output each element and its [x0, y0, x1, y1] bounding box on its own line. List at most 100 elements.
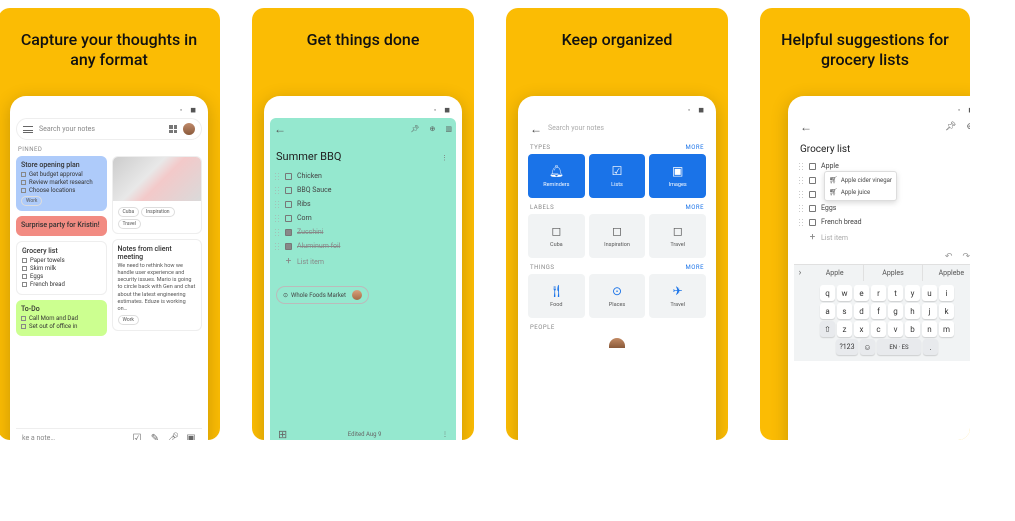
key[interactable]: b: [905, 321, 920, 337]
undo-icon[interactable]: ↶: [945, 252, 953, 262]
checklist-item[interactable]: Eggs: [798, 201, 970, 215]
pinned-label: PINNED: [18, 146, 202, 153]
symbols-key[interactable]: ?123: [836, 339, 858, 355]
person-avatar[interactable]: [609, 338, 625, 348]
note-card[interactable]: Grocery list Paper towels Skim milk Eggs…: [16, 241, 107, 295]
back-icon[interactable]: ←: [528, 120, 542, 136]
checklist-item[interactable]: Ribs: [274, 197, 452, 211]
key[interactable]: c: [871, 321, 886, 337]
note-title: Surprise party for Kristin!: [21, 221, 102, 229]
key[interactable]: k: [939, 303, 954, 319]
back-icon[interactable]: ←: [274, 122, 286, 136]
key[interactable]: j: [922, 303, 937, 319]
key[interactable]: s: [837, 303, 852, 319]
archive-icon[interactable]: ▥: [445, 125, 452, 133]
more-link[interactable]: MORE: [686, 144, 704, 151]
key[interactable]: v: [888, 321, 903, 337]
thing-tile-travel[interactable]: ✈Travel: [649, 274, 706, 318]
reminder-icon[interactable]: ⊕: [966, 122, 970, 132]
type-tile-reminders[interactable]: 🔔︎Reminders: [528, 154, 585, 198]
thing-tile-places[interactable]: ⊙Places: [589, 274, 646, 318]
label-tile[interactable]: ◻Travel: [649, 214, 706, 258]
avatar[interactable]: [183, 123, 195, 135]
key[interactable]: a: [820, 303, 835, 319]
more-link[interactable]: MORE: [686, 264, 704, 271]
emoji-key[interactable]: ☺: [860, 339, 875, 355]
location-chip[interactable]: ⊙ Whole Foods Market: [276, 286, 369, 304]
draw-icon[interactable]: ✎: [150, 433, 160, 440]
drag-handle-icon[interactable]: [274, 172, 280, 180]
add-item[interactable]: +List item: [274, 253, 452, 270]
checklist-item[interactable]: Zucchini: [274, 225, 452, 239]
note-card[interactable]: Cuba Inspiration Travel: [112, 156, 203, 234]
key[interactable]: h: [905, 303, 920, 319]
mic-icon[interactable]: 🎤︎: [168, 433, 178, 440]
note-card[interactable]: To-Do Call Mom and Dad Set out of office…: [16, 300, 107, 336]
redo-icon[interactable]: ↷: [962, 252, 970, 262]
note-card[interactable]: Notes from client meeting We need to ret…: [112, 239, 203, 331]
label-tile[interactable]: ◻Cuba: [528, 214, 585, 258]
note-card[interactable]: Surprise party for Kristin!: [16, 216, 107, 236]
period-key[interactable]: .: [923, 339, 938, 355]
menu-icon[interactable]: [23, 126, 33, 133]
kb-suggestion[interactable]: Apple: [806, 265, 863, 281]
key[interactable]: q: [820, 285, 835, 301]
checklist-item[interactable]: Aluminum foil: [274, 239, 452, 253]
key[interactable]: w: [837, 285, 852, 301]
key[interactable]: x: [854, 321, 869, 337]
note-title[interactable]: Grocery list: [794, 136, 970, 159]
add-item[interactable]: +List item: [798, 229, 970, 246]
more-link[interactable]: MORE: [686, 204, 704, 211]
label-icon: ◻: [612, 224, 622, 238]
key[interactable]: g: [888, 303, 903, 319]
checklist-item[interactable]: French bread: [798, 215, 970, 229]
key[interactable]: u: [922, 285, 937, 301]
key[interactable]: m: [939, 321, 954, 337]
key[interactable]: e: [854, 285, 869, 301]
checklist-item[interactable]: Corn: [274, 211, 452, 225]
suggestion-item[interactable]: 🛒︎Apple juice: [829, 186, 892, 198]
image-icon: ▣: [672, 164, 683, 178]
search-placeholder[interactable]: Search your notes: [548, 124, 706, 132]
label-icon: ◻: [673, 224, 683, 238]
spacebar[interactable]: EN · ES: [877, 339, 921, 355]
reminder-icon[interactable]: ⊕: [430, 125, 436, 133]
key[interactable]: z: [837, 321, 852, 337]
type-tile-lists[interactable]: ☑Lists: [589, 154, 646, 198]
key[interactable]: i: [939, 285, 954, 301]
checklist-item[interactable]: BBQ Sauce: [274, 183, 452, 197]
key[interactable]: y: [905, 285, 920, 301]
key[interactable]: d: [854, 303, 869, 319]
key[interactable]: f: [871, 303, 886, 319]
back-icon[interactable]: ←: [800, 120, 812, 134]
expand-icon[interactable]: ›: [794, 268, 806, 278]
promo-caption: Helpful suggestions for grocery lists: [760, 8, 970, 78]
key[interactable]: r: [871, 285, 886, 301]
note-title[interactable]: Summer BBQ: [270, 140, 456, 169]
search-bar[interactable]: Search your notes: [16, 118, 202, 140]
label-tile[interactable]: ◻Inspiration: [589, 214, 646, 258]
checklist-area: Apple 🛒︎Apple cider vinegar 🛒︎Apple juic…: [794, 159, 970, 440]
key[interactable]: n: [922, 321, 937, 337]
thing-tile-food[interactable]: 🍴︎Food: [528, 274, 585, 318]
type-tile-images[interactable]: ▣Images: [649, 154, 706, 198]
add-icon[interactable]: ⊞: [278, 428, 287, 440]
kb-suggestion[interactable]: Apples: [863, 265, 921, 281]
checklist-item[interactable]: Apple 🛒︎Apple cider vinegar 🛒︎Apple juic…: [798, 159, 970, 173]
take-note-input[interactable]: ke a note…: [22, 434, 124, 440]
suggestion-item[interactable]: 🛒︎Apple cider vinegar: [829, 174, 892, 186]
kb-suggestion[interactable]: Applebe: [922, 265, 970, 281]
shift-key[interactable]: ⇧: [820, 321, 835, 337]
collaborator-avatar: [352, 290, 362, 300]
note-card[interactable]: Store opening plan Get budget approval R…: [16, 156, 107, 211]
more-icon[interactable]: ⋮: [442, 431, 448, 438]
key[interactable]: t: [888, 285, 903, 301]
promo-card-3: Keep organized ◦◼ ← Search your notes TY…: [506, 8, 728, 440]
pin-icon[interactable]: 📌︎: [411, 125, 420, 133]
pin-icon[interactable]: 📌︎: [945, 122, 956, 132]
checklist-item[interactable]: Chicken: [274, 169, 452, 183]
checkbox-icon[interactable]: ☑: [132, 433, 142, 440]
more-icon[interactable]: ⋮: [441, 154, 448, 162]
image-icon[interactable]: ▣: [186, 433, 196, 440]
layout-toggle-icon[interactable]: [169, 125, 177, 133]
